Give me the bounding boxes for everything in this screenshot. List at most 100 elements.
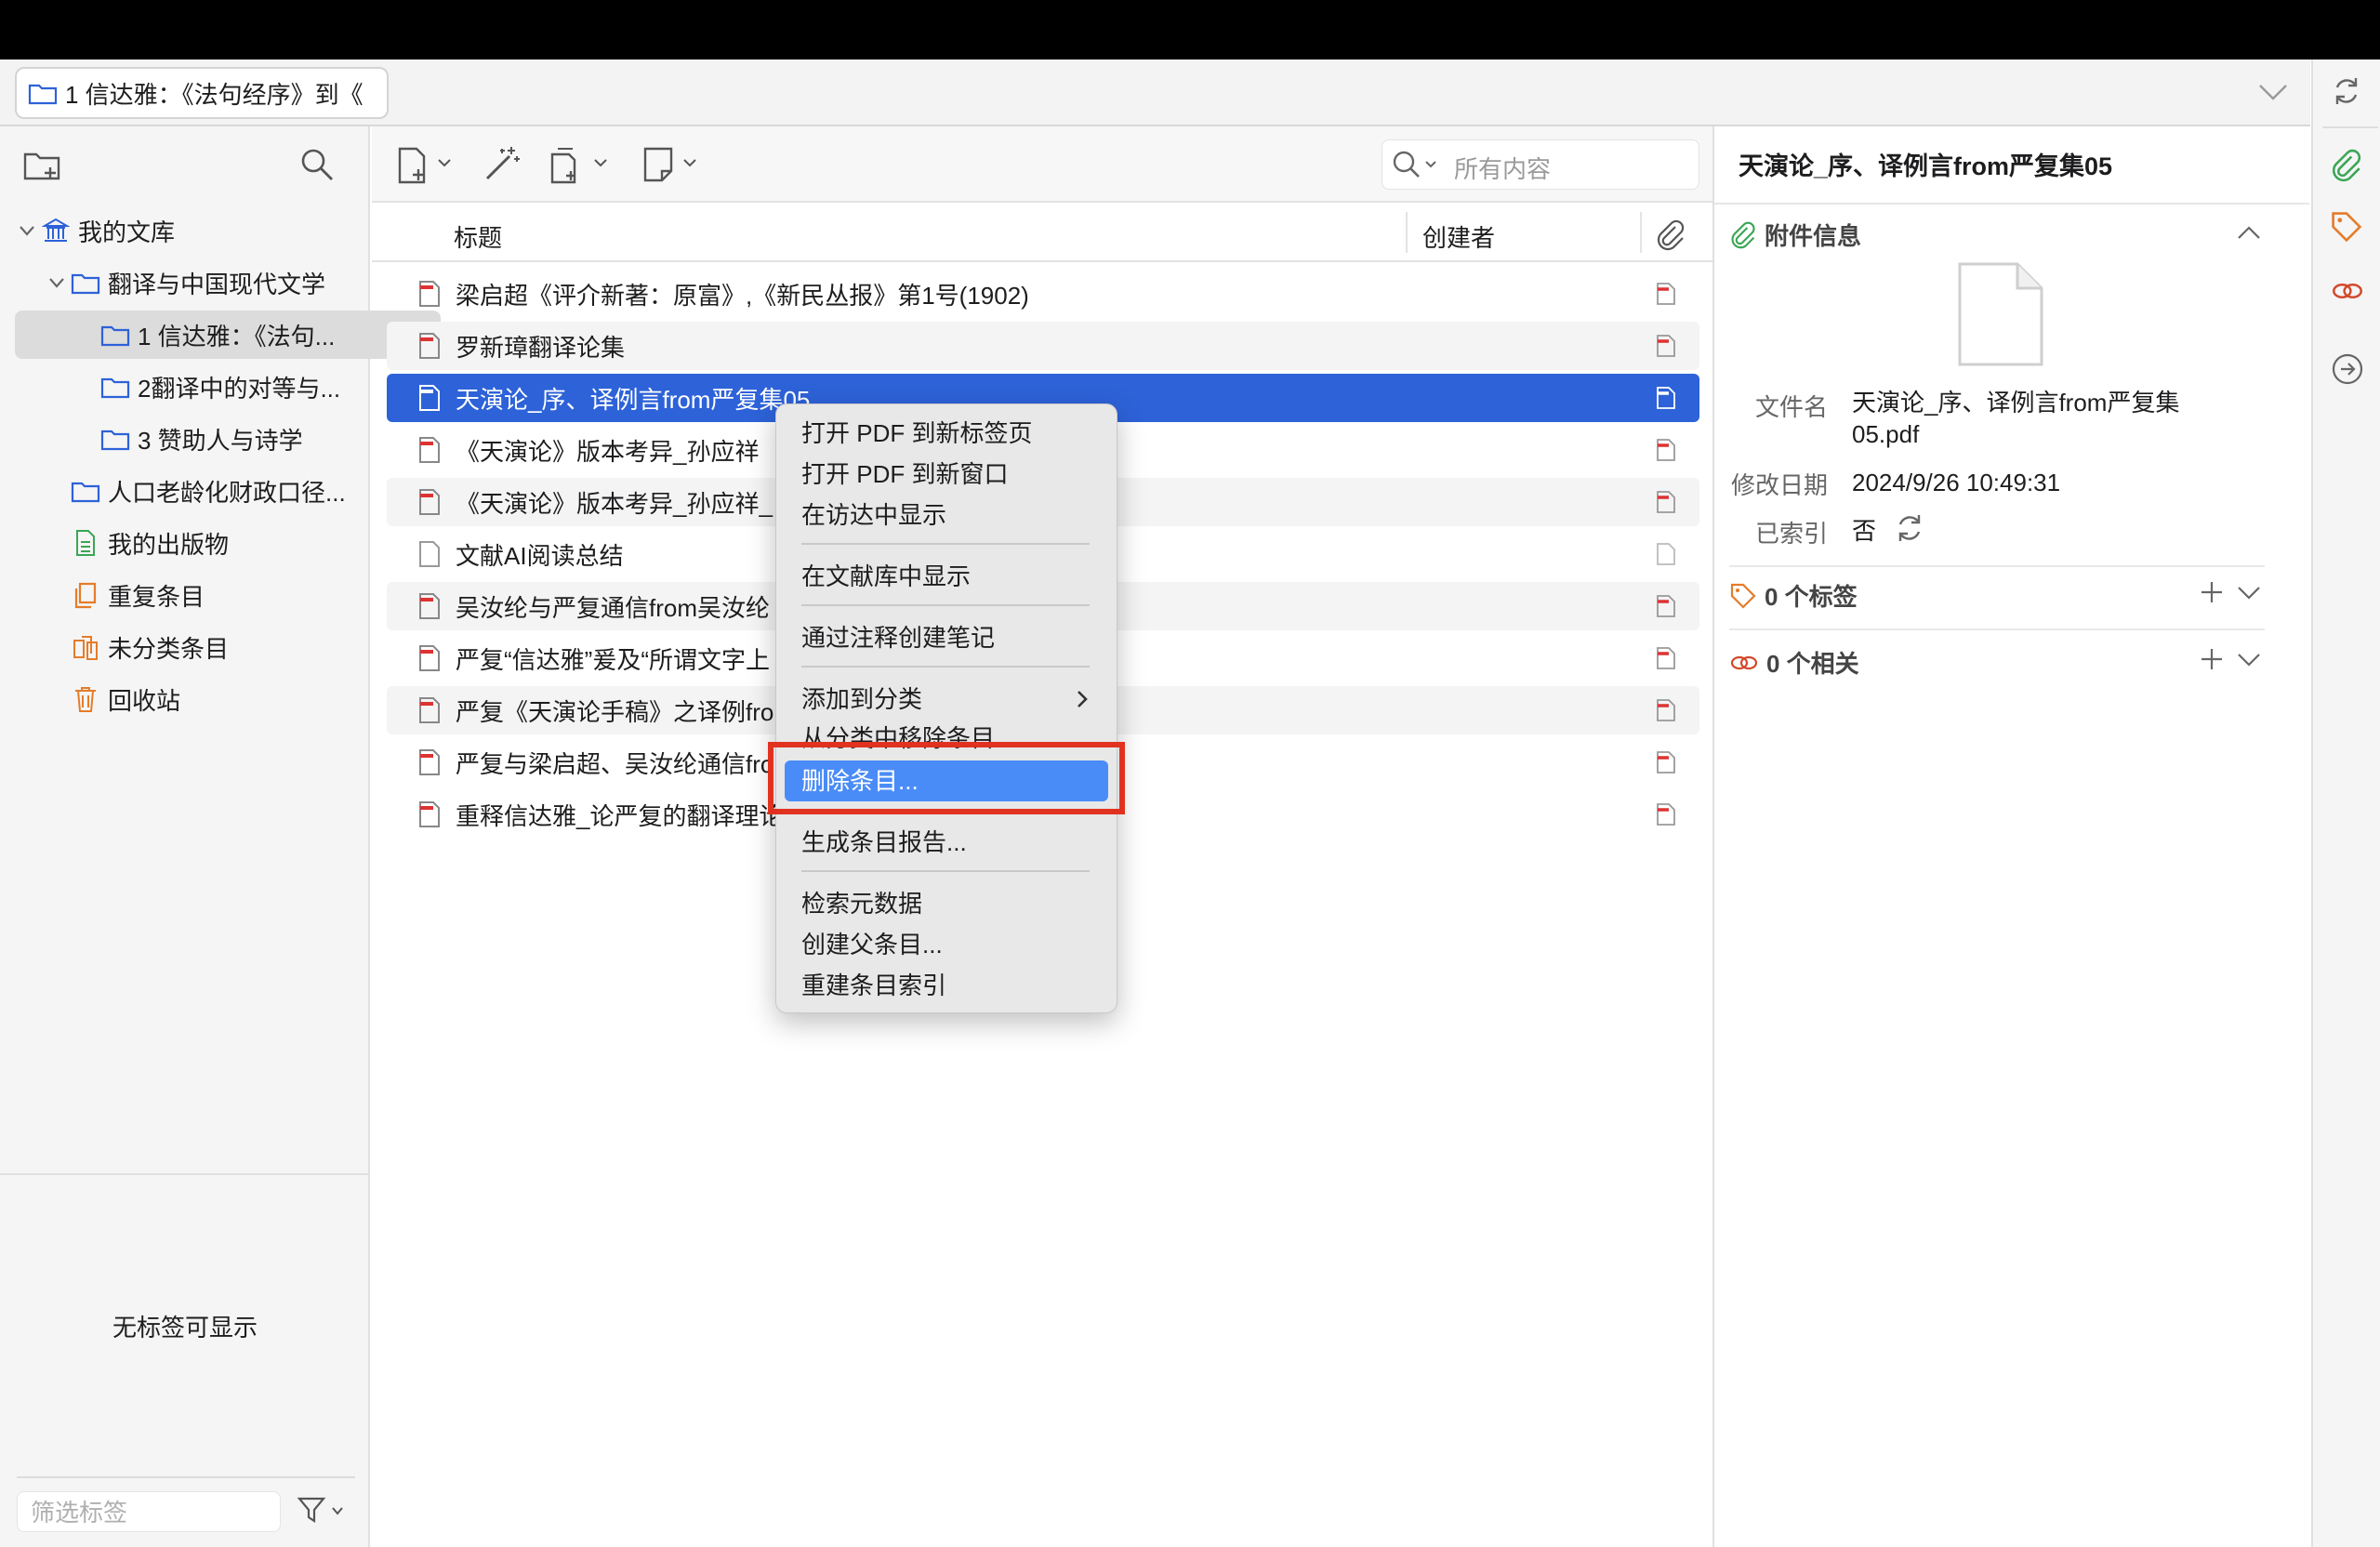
- indexed-value: 否: [1852, 517, 1877, 545]
- menu-generate-report[interactable]: 生成条目报告...: [801, 826, 967, 859]
- modified-value: 2024/9/26 10:49:31: [1852, 469, 2061, 496]
- collection-my-library[interactable]: 我的文库: [15, 206, 175, 255]
- menu-show-in-library[interactable]: 在文献库中显示: [801, 560, 971, 593]
- items-table-header: [372, 205, 1714, 262]
- no-tags-message: 无标签可显示: [112, 1314, 258, 1342]
- folder-icon: [69, 271, 102, 295]
- menu-open-pdf-new-tab[interactable]: 打开 PDF 到新标签页: [801, 416, 1032, 450]
- folder-icon: [69, 479, 102, 503]
- publication-icon: [69, 529, 102, 557]
- collection-translation[interactable]: 翻译与中国现代文学: [45, 258, 325, 307]
- menu-separator: [801, 870, 1090, 872]
- column-separator: [1406, 212, 1408, 253]
- table-row[interactable]: 梁启超《评介新著：原富》,《新民丛报》第1号(1902): [387, 270, 1699, 318]
- document-icon: [415, 696, 444, 724]
- pdf-icon[interactable]: [1647, 334, 1685, 358]
- pdf-icon[interactable]: [1647, 438, 1685, 462]
- related-nav-icon[interactable]: [2330, 275, 2365, 307]
- filename-label: 文件名: [1754, 393, 1828, 421]
- sync-icon[interactable]: [2330, 74, 2363, 108]
- file-preview-icon: [1956, 260, 2045, 368]
- document-icon: [415, 280, 444, 308]
- new-item-icon[interactable]: [394, 145, 456, 186]
- collection-my-publications[interactable]: 我的出版物: [69, 519, 229, 567]
- pdf-icon[interactable]: [1647, 594, 1685, 618]
- column-separator: [1640, 212, 1642, 253]
- magic-wand-icon[interactable]: [482, 143, 522, 184]
- chevron-down-icon[interactable]: [15, 225, 39, 236]
- divider: [1729, 628, 2265, 630]
- modified-label: 修改日期: [1730, 471, 1828, 499]
- tag-nav-icon[interactable]: [2330, 210, 2363, 244]
- file-icon[interactable]: [1647, 542, 1685, 566]
- collection-unfiled[interactable]: 未分类条目: [69, 623, 229, 671]
- locate-icon[interactable]: [2330, 351, 2365, 387]
- divider: [17, 1476, 355, 1478]
- table-row[interactable]: 罗新璋翻译论集: [387, 322, 1699, 370]
- menu-open-pdf-new-window[interactable]: 打开 PDF 到新窗口: [801, 457, 1008, 491]
- collection-equivalence[interactable]: 2翻译中的对等与...: [99, 363, 340, 411]
- tags-section-header[interactable]: 0 个标签: [1729, 578, 1858, 613]
- collection-duplicates[interactable]: 重复条目: [69, 571, 205, 619]
- tab-bar: 1 信达雅：《法句经序》到《: [0, 60, 2310, 126]
- menu-create-parent-item[interactable]: 创建父条目...: [801, 928, 943, 961]
- new-collection-icon[interactable]: [22, 149, 63, 184]
- folder-icon: [99, 323, 132, 347]
- attachment-nav-icon[interactable]: [2330, 149, 2363, 182]
- indexed-label: 已索引: [1754, 520, 1828, 548]
- pdf-icon[interactable]: [1647, 282, 1685, 306]
- collection-aging[interactable]: 人口老龄化财政口径...: [69, 467, 346, 515]
- pdf-icon[interactable]: [1647, 386, 1685, 410]
- column-creator[interactable]: 创建者: [1422, 219, 1495, 254]
- pdf-icon[interactable]: [1647, 698, 1685, 722]
- paperclip-icon[interactable]: [1655, 219, 1686, 251]
- chevron-down-icon[interactable]: [2235, 582, 2263, 604]
- chevron-down-icon[interactable]: [2235, 649, 2263, 671]
- column-title[interactable]: 标题: [454, 219, 502, 254]
- filter-icon[interactable]: [296, 1495, 348, 1527]
- menu-create-note-from-annotations[interactable]: 通过注释创建笔记: [801, 621, 995, 654]
- tab-label: 1 信达雅：《法句经序》到《: [65, 80, 364, 109]
- filename-value[interactable]: 天演论_序、译例言from严复集05.pdf: [1852, 387, 2224, 450]
- duplicate-icon: [69, 581, 102, 609]
- collection-trash[interactable]: 回收站: [69, 675, 180, 723]
- refresh-icon[interactable]: [1893, 511, 1926, 545]
- chevron-down-icon[interactable]: [2254, 78, 2292, 106]
- chevron-down-icon[interactable]: [45, 277, 69, 288]
- related-section-header[interactable]: 0 个相关: [1729, 645, 1859, 680]
- menu-show-in-finder[interactable]: 在访达中显示: [801, 498, 946, 532]
- add-icon[interactable]: [2200, 647, 2224, 671]
- menu-add-to-collection[interactable]: 添加到分类: [801, 682, 922, 716]
- document-icon: [415, 436, 444, 464]
- pdf-icon[interactable]: [1647, 490, 1685, 514]
- document-icon: [415, 488, 444, 516]
- pdf-icon[interactable]: [1647, 646, 1685, 670]
- divider: [1729, 565, 2265, 567]
- collection-xindaya[interactable]: 1 信达雅：《法句...: [15, 311, 441, 359]
- add-icon[interactable]: [2200, 580, 2224, 604]
- pdf-icon[interactable]: [1647, 750, 1685, 774]
- divider: [2322, 126, 2378, 128]
- menu-separator: [801, 604, 1090, 606]
- chevron-up-icon[interactable]: [2235, 221, 2263, 244]
- search-icon[interactable]: [299, 147, 335, 182]
- system-menu-bar: [0, 0, 2380, 60]
- attachment-info-header[interactable]: 附件信息: [1729, 218, 1861, 252]
- tag-filter-input[interactable]: 筛选标签: [17, 1491, 281, 1532]
- collection-patronage[interactable]: 3 赞助人与诗学: [99, 415, 303, 463]
- menu-reindex-item[interactable]: 重建条目索引: [801, 969, 946, 1002]
- tag-icon: [1729, 582, 1757, 610]
- new-note-icon[interactable]: [640, 145, 701, 186]
- divider: [1714, 203, 2309, 205]
- paperclip-icon: [1729, 221, 1757, 249]
- folder-icon: [99, 427, 132, 451]
- search-icon[interactable]: [1391, 149, 1443, 180]
- pdf-icon[interactable]: [1647, 802, 1685, 826]
- menu-retrieve-metadata[interactable]: 检索元数据: [801, 887, 922, 920]
- folder-icon: [28, 81, 58, 105]
- add-attachment-icon[interactable]: [547, 145, 614, 186]
- tab-library[interactable]: 1 信达雅：《法句经序》到《: [15, 67, 389, 119]
- document-icon: [415, 748, 444, 776]
- document-icon: [415, 644, 444, 672]
- document-icon: [415, 592, 444, 620]
